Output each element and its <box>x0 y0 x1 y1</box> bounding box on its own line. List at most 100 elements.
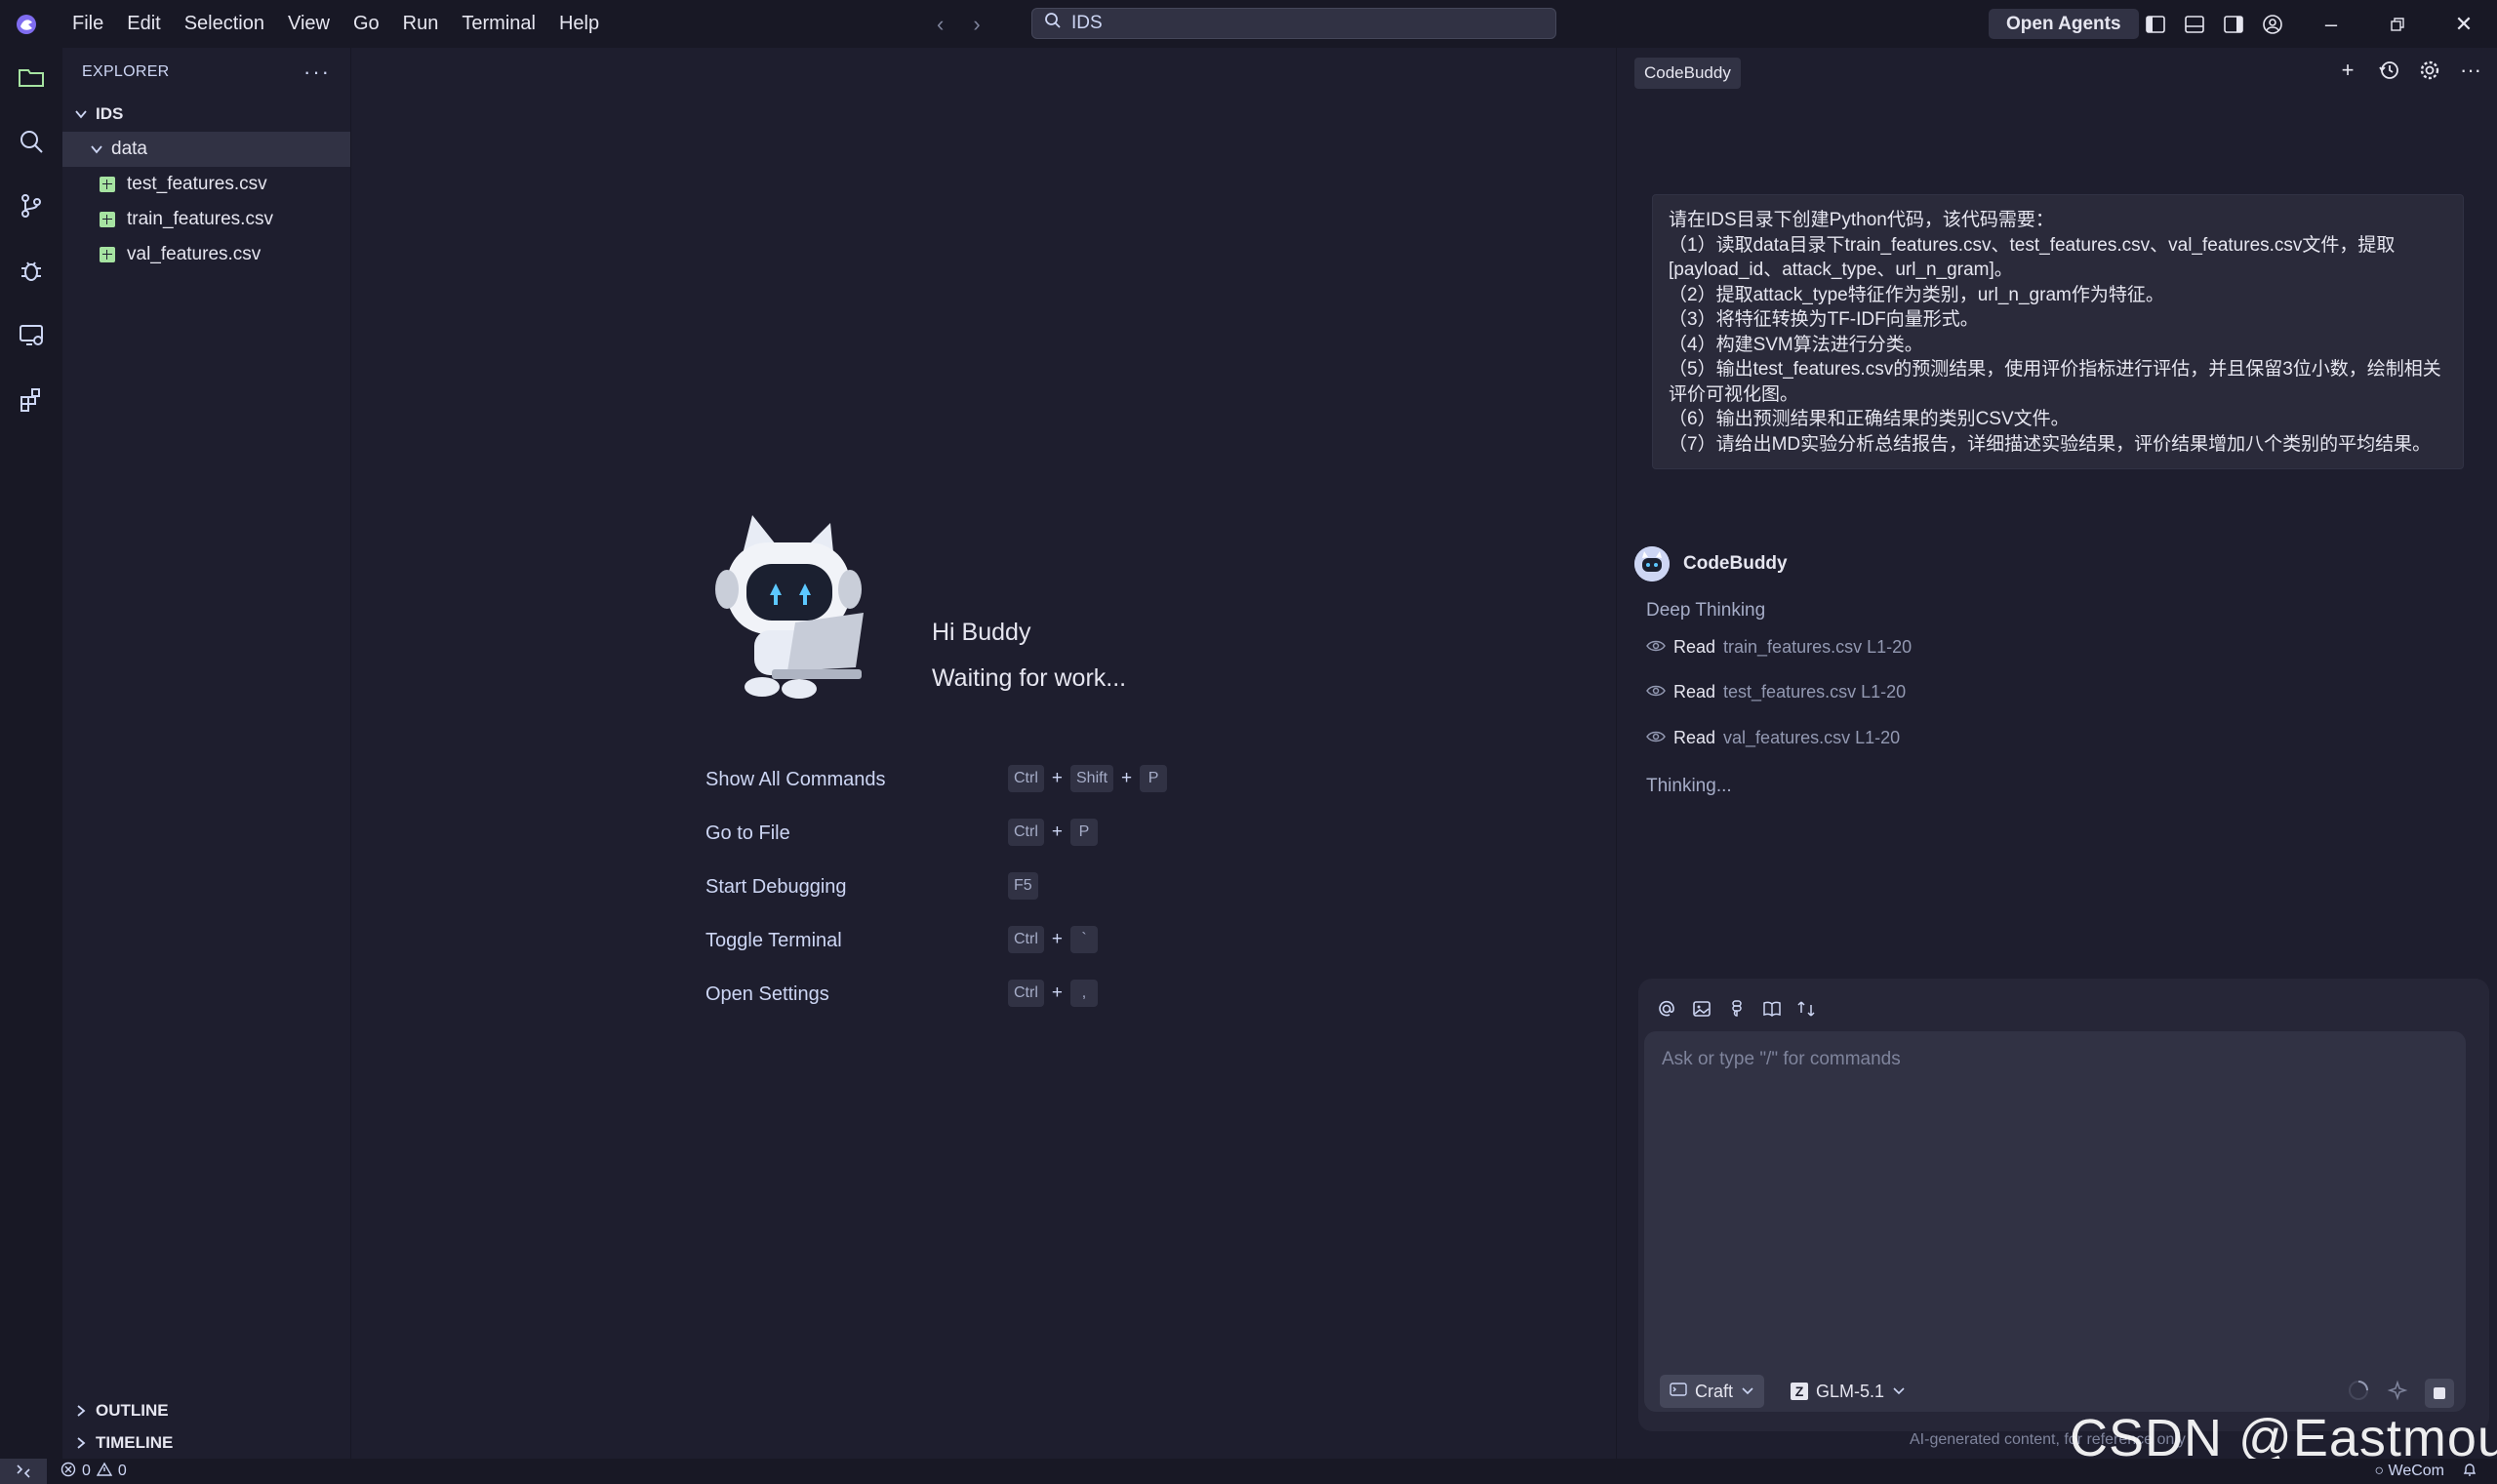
chat-tab[interactable]: CodeBuddy <box>1634 58 1741 89</box>
shortcut-row[interactable]: Start Debugging F5 <box>705 862 1213 916</box>
menu-edit[interactable]: Edit <box>115 0 172 48</box>
outline-label: OUTLINE <box>96 1400 169 1420</box>
stop-generation-button[interactable] <box>2425 1379 2454 1408</box>
problems-indicator[interactable]: 0 0 <box>60 1462 127 1482</box>
close-icon[interactable]: ✕ <box>2431 0 2497 48</box>
more-actions-icon[interactable]: ··· <box>303 60 331 85</box>
navigation-arrows: ‹ › <box>937 0 981 48</box>
sidebar-bottom-sections: OUTLINE TIMELINE <box>62 1394 350 1459</box>
window-controls: – ✕ <box>2298 0 2497 48</box>
explorer-icon[interactable] <box>14 60 49 95</box>
shortcut-label: Go to File <box>705 822 790 844</box>
settings-gear-icon[interactable] <box>2417 58 2442 83</box>
more-options-icon[interactable]: ··· <box>2458 58 2483 83</box>
history-icon[interactable] <box>2376 58 2401 83</box>
read-verb: Read <box>1673 728 1716 747</box>
notifications-bell-icon[interactable] <box>2462 1462 2477 1482</box>
account-icon[interactable] <box>2260 12 2285 37</box>
key-cap: Ctrl <box>1008 926 1044 953</box>
search-icon[interactable] <box>14 124 49 159</box>
read-step[interactable]: Read val_features.csv L1-20 <box>1646 728 1900 748</box>
timeline-label: TIMELINE <box>96 1432 174 1452</box>
robot-mascot-illustration <box>705 515 871 701</box>
run-debug-icon[interactable] <box>14 253 49 288</box>
tree-file[interactable]: test_features.csv <box>62 167 350 202</box>
wecom-label: WeCom <box>2388 1463 2445 1479</box>
rules-icon[interactable] <box>1796 998 1818 1020</box>
title-bar: File Edit Selection View Go Run Terminal… <box>0 0 2497 48</box>
shortcut-label: Toggle Terminal <box>705 930 842 951</box>
shortcut-row[interactable]: Toggle Terminal Ctrl + ` <box>705 916 1213 970</box>
menu-view[interactable]: View <box>276 0 342 48</box>
model-selector[interactable]: Z GLM-5.1 <box>1791 1375 1906 1408</box>
knowledge-book-icon[interactable] <box>1761 998 1783 1020</box>
shortcut-row[interactable]: Open Settings Ctrl + , <box>705 970 1213 1023</box>
open-agents-button[interactable]: Open Agents <box>1989 9 2139 39</box>
app-logo-icon <box>14 12 39 37</box>
input-placeholder: Ask or type "/" for commands <box>1662 1049 1901 1069</box>
enhance-prompt-icon[interactable] <box>2386 1379 2409 1408</box>
remote-explorer-icon[interactable] <box>14 317 49 352</box>
toggle-secondary-sidebar-icon[interactable] <box>2221 12 2246 37</box>
timeline-section[interactable]: TIMELINE <box>62 1426 350 1459</box>
forward-arrow-icon[interactable]: › <box>973 12 980 37</box>
zhipu-logo-icon: Z <box>1791 1383 1808 1400</box>
input-toolbar <box>1656 998 1818 1020</box>
status-right-items: ○ WeCom <box>2374 1459 2477 1484</box>
menu-run[interactable]: Run <box>391 0 451 48</box>
command-center-search[interactable]: IDS <box>1031 8 1556 39</box>
key-cap: Ctrl <box>1008 819 1044 846</box>
remote-indicator-icon[interactable] <box>0 1459 47 1484</box>
search-icon <box>1044 12 1062 35</box>
read-file: test_features.csv L1-20 <box>1723 682 1907 702</box>
message-line: （4）构建SVM算法进行分类。 <box>1669 334 1923 355</box>
chevron-down-icon <box>72 105 90 123</box>
chat-input-field[interactable]: Ask or type "/" for commands Craft Z GLM… <box>1644 1031 2466 1412</box>
read-verb: Read <box>1673 682 1716 702</box>
menu-selection[interactable]: Selection <box>173 0 276 48</box>
toggle-panel-icon[interactable] <box>2182 12 2207 37</box>
outline-section[interactable]: OUTLINE <box>62 1394 350 1426</box>
menu-file[interactable]: File <box>60 0 115 48</box>
toggle-primary-sidebar-icon[interactable] <box>2143 12 2168 37</box>
csv-file-icon <box>100 177 115 192</box>
new-chat-icon[interactable]: + <box>2335 58 2360 83</box>
menu-help[interactable]: Help <box>547 0 611 48</box>
shortcut-label: Open Settings <box>705 983 829 1005</box>
welcome-greeting: Hi Buddy <box>932 619 1031 646</box>
shortcut-row[interactable]: Go to File Ctrl + P <box>705 809 1213 862</box>
wecom-status[interactable]: ○ WeCom <box>2374 1463 2444 1480</box>
read-step[interactable]: Read test_features.csv L1-20 <box>1646 682 1906 702</box>
minimize-icon[interactable]: – <box>2298 0 2364 48</box>
message-line: （7）请给出MD实验分析总结报告，详细描述实验结果，评价结果增加八个类别的平均结… <box>1669 433 2432 455</box>
tree-file[interactable]: val_features.csv <box>62 237 350 272</box>
shortcut-label: Start Debugging <box>705 876 847 898</box>
mention-icon[interactable] <box>1656 998 1677 1020</box>
extensions-icon[interactable] <box>14 381 49 417</box>
mode-label: Craft <box>1695 1381 1734 1401</box>
shortcut-row[interactable]: Show All Commands Ctrl + Shift + P <box>705 755 1213 809</box>
source-control-icon[interactable] <box>14 188 49 223</box>
stop-icon <box>2434 1387 2445 1399</box>
editor-area: Hi Buddy Waiting for work... Show All Co… <box>352 48 1614 1459</box>
deep-thinking-label[interactable]: Deep Thinking <box>1646 600 1765 622</box>
mode-selector[interactable]: Craft <box>1660 1375 1765 1408</box>
read-step[interactable]: Read train_features.csv L1-20 <box>1646 637 1912 658</box>
search-text: IDS <box>1071 13 1103 33</box>
tree-file[interactable]: train_features.csv <box>62 202 350 237</box>
back-arrow-icon[interactable]: ‹ <box>937 12 944 37</box>
status-bar: 0 0 ○ WeCom <box>0 1459 2497 1484</box>
message-line: （3）将特征转换为TF-IDF向量形式。 <box>1669 309 1979 330</box>
menu-terminal[interactable]: Terminal <box>450 0 547 48</box>
restore-icon[interactable] <box>2364 0 2431 48</box>
key-plus: + <box>1121 768 1133 788</box>
tree-folder-data[interactable]: data <box>62 132 350 167</box>
menu-go[interactable]: Go <box>342 0 391 48</box>
chat-input-container: Ask or type "/" for commands Craft Z GLM… <box>1638 979 2489 1431</box>
chevron-right-icon <box>72 1402 90 1420</box>
tree-root-folder[interactable]: IDS <box>62 97 350 132</box>
craft-mode-icon <box>1670 1382 1687 1402</box>
figma-icon[interactable] <box>1726 998 1748 1020</box>
eye-icon <box>1646 728 1666 748</box>
image-attach-icon[interactable] <box>1691 998 1712 1020</box>
